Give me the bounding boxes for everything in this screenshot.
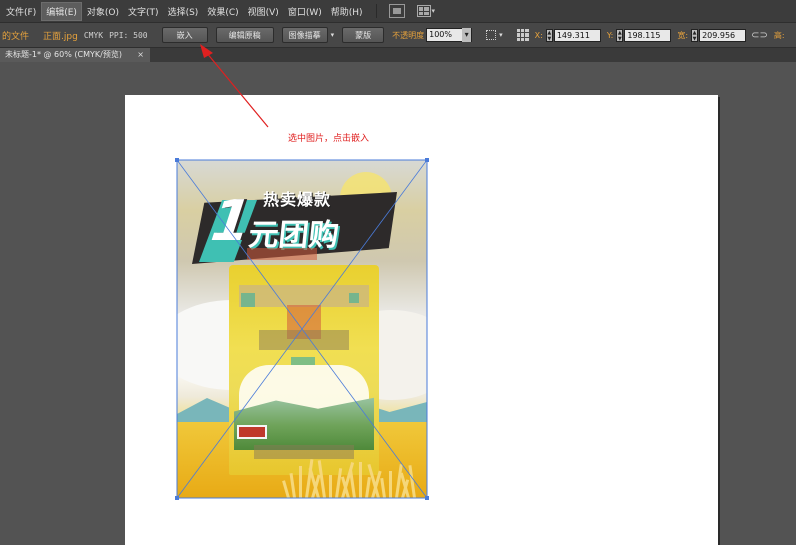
menu-view[interactable]: 视图(V) (244, 3, 283, 20)
width-field[interactable]: 209.956 (699, 28, 747, 42)
resize-handle-top-right[interactable] (425, 158, 429, 162)
grid-cell (418, 11, 424, 15)
y-stepper[interactable]: ▲ ▼ (616, 28, 624, 42)
width-label: 宽: (677, 30, 689, 40)
close-icon[interactable]: × (137, 48, 144, 62)
grid-cell (525, 29, 529, 33)
edit-original-button[interactable]: 编辑原稿 (215, 27, 274, 43)
x-label: X: (534, 30, 543, 40)
bridge-icon-inner (392, 8, 401, 14)
x-stepper[interactable]: ▲ ▼ (545, 28, 553, 42)
menu-edit[interactable]: 编辑(E) (41, 1, 82, 21)
y-label: Y: (606, 30, 614, 40)
arrange-documents-icon[interactable] (416, 5, 431, 17)
image-trace-dropdown-icon[interactable]: ▾ (331, 31, 335, 39)
menu-help[interactable]: 帮助(H) (327, 3, 367, 20)
grid-cell (525, 37, 529, 41)
y-field[interactable]: 198.115 (624, 28, 672, 42)
menu-divider (375, 4, 377, 18)
transparency-icon[interactable] (486, 30, 497, 40)
grid-cell (516, 33, 520, 37)
annotation-text: 选中图片，点击嵌入 (288, 134, 370, 144)
ppi-readout: PPI: 500 (109, 30, 148, 40)
height-label: 高: (773, 30, 785, 40)
grid-cell (424, 7, 429, 11)
color-mode: CMYK (83, 30, 104, 40)
chevron-down-icon[interactable]: ▾ (432, 7, 436, 15)
embed-button[interactable]: 嵌入 (161, 27, 208, 43)
selection-bounding-box[interactable] (175, 158, 429, 500)
menu-file[interactable]: 文件(F) (2, 3, 40, 20)
constrain-proportions-icon[interactable]: ⊂⊃ (751, 30, 768, 41)
menu-object[interactable]: 对象(O) (83, 3, 123, 20)
chevron-down-icon[interactable]: ▾ (499, 31, 503, 39)
grid-cell (418, 7, 424, 11)
resize-handle-bottom-left[interactable] (175, 496, 179, 500)
mask-button[interactable]: 蒙版 (342, 27, 385, 43)
menu-type[interactable]: 文字(T) (124, 3, 163, 20)
document-tab-bar: 未标题-1* @ 60% (CMYK/预览) × (0, 48, 796, 62)
bridge-icon[interactable] (388, 4, 405, 18)
grid-cell (516, 37, 520, 41)
control-bar: 的文件 正面.jpg CMYK PPI: 500 嵌入 编辑原稿 图像描摹 ▾ … (0, 22, 796, 48)
grid-cell (424, 11, 429, 15)
grid-cell (520, 37, 525, 41)
grid-cell (520, 29, 525, 33)
image-trace-button[interactable]: 图像描摹 (281, 27, 328, 43)
opacity-select[interactable]: 100% (426, 28, 473, 42)
menu-effect[interactable]: 效果(C) (203, 3, 242, 20)
document-tab-label: 未标题-1* @ 60% (CMYK/预览) (5, 50, 122, 59)
resize-handle-top-left[interactable] (175, 158, 179, 162)
resize-handle-bottom-right[interactable] (425, 496, 429, 500)
width-stepper[interactable]: ▲ ▼ (691, 28, 699, 42)
grid-cell (516, 29, 520, 33)
reference-point-icon[interactable] (516, 29, 529, 41)
grid-cell (520, 33, 525, 37)
grid-cell (525, 33, 529, 37)
linked-filename[interactable]: 正面.jpg (43, 29, 78, 42)
opacity-label[interactable]: 不透明度 (392, 30, 424, 41)
menu-select[interactable]: 选择(S) (164, 3, 203, 20)
menu-window[interactable]: 窗口(W) (284, 3, 326, 20)
x-field[interactable]: 149.311 (553, 28, 601, 42)
document-tab[interactable]: 未标题-1* @ 60% (CMYK/预览) × (0, 48, 150, 62)
linked-file-label[interactable]: 的文件 (2, 29, 29, 42)
menu-bar: 文件(F) 编辑(E) 对象(O) 文字(T) 选择(S) 效果(C) 视图(V… (0, 0, 796, 22)
